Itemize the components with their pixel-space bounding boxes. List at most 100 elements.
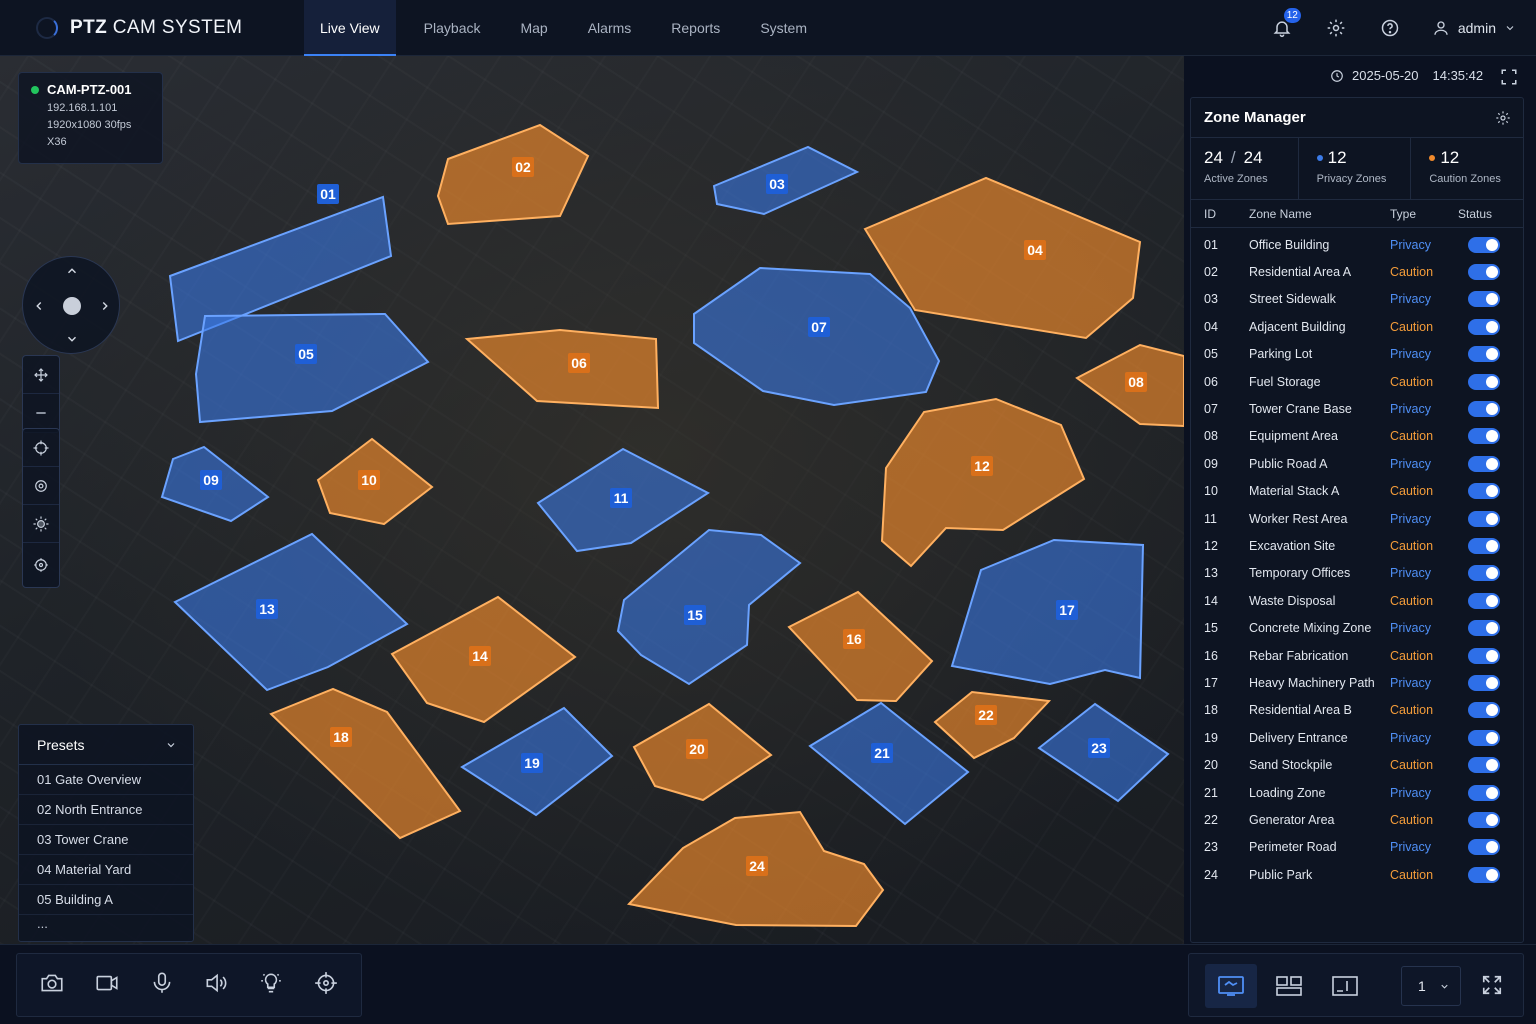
ptz-calibrate-button[interactable]: [313, 970, 339, 1001]
single-view-button[interactable]: [1205, 964, 1257, 1008]
zone-06[interactable]: 06: [464, 328, 660, 410]
microphone-button[interactable]: [149, 970, 175, 1001]
zone-status-toggle[interactable]: [1468, 647, 1500, 664]
tab-reports[interactable]: Reports: [655, 0, 736, 56]
zone-status-toggle[interactable]: [1468, 401, 1500, 418]
ptz-right-button[interactable]: [95, 296, 115, 316]
tab-playback[interactable]: Playback: [408, 0, 497, 56]
zone-polygon[interactable]: [464, 328, 660, 410]
zone-10[interactable]: 10: [316, 437, 434, 526]
zone-11[interactable]: 11: [536, 447, 710, 553]
camera-view[interactable]: 01 02 03 04 05 06 07 08 09 10 11 12 13 14 15 16 17 18 19 20…: [0, 56, 1184, 944]
auto-focus-button[interactable]: [23, 467, 59, 505]
zone-status-toggle[interactable]: [1468, 428, 1500, 445]
fullscreen-view-button[interactable]: [1500, 68, 1518, 91]
preset-item[interactable]: 04 Material Yard: [19, 855, 193, 885]
preset-item[interactable]: 03 Tower Crane: [19, 825, 193, 855]
zone-status-toggle[interactable]: [1468, 483, 1500, 500]
table-row[interactable]: 17 Heavy Machinery Path Privacy: [1191, 669, 1523, 696]
zone-22[interactable]: 22: [933, 690, 1052, 760]
zone-09[interactable]: 09: [160, 445, 270, 523]
table-row[interactable]: 15 Concrete Mixing Zone Privacy: [1191, 614, 1523, 641]
grid-view-button[interactable]: [1263, 964, 1315, 1008]
table-row[interactable]: 02 Residential Area A Caution: [1191, 258, 1523, 285]
ptz-joystick[interactable]: [22, 256, 120, 354]
settings-button[interactable]: [1324, 16, 1348, 40]
table-row[interactable]: 19 Delivery Entrance Privacy: [1191, 724, 1523, 751]
table-row[interactable]: 07 Tower Crane Base Privacy: [1191, 395, 1523, 422]
zone-status-toggle[interactable]: [1468, 674, 1500, 691]
page-select[interactable]: 1: [1401, 966, 1461, 1006]
user-menu[interactable]: admin: [1432, 19, 1516, 37]
zone-polygon[interactable]: [616, 528, 802, 686]
zone-status-toggle[interactable]: [1468, 236, 1500, 253]
table-row[interactable]: 21 Loading Zone Privacy: [1191, 779, 1523, 806]
zone-polygon[interactable]: [269, 687, 462, 840]
zone-status-toggle[interactable]: [1468, 592, 1500, 609]
table-row[interactable]: 09 Public Road A Privacy: [1191, 450, 1523, 477]
table-row[interactable]: 24 Public Park Caution: [1191, 861, 1523, 888]
table-row[interactable]: 11 Worker Rest Area Privacy: [1191, 505, 1523, 532]
zone-status-toggle[interactable]: [1468, 291, 1500, 308]
table-row[interactable]: 10 Material Stack A Caution: [1191, 478, 1523, 505]
record-button[interactable]: [94, 970, 120, 1001]
zone-16[interactable]: 16: [787, 590, 934, 703]
zone-status-toggle[interactable]: [1468, 757, 1500, 774]
table-row[interactable]: 20 Sand Stockpile Caution: [1191, 751, 1523, 778]
zone-05[interactable]: 05: [194, 312, 430, 424]
zone-status-toggle[interactable]: [1468, 373, 1500, 390]
move-button[interactable]: [23, 356, 59, 394]
tab-system[interactable]: System: [744, 0, 823, 56]
zone-13[interactable]: 13: [173, 532, 409, 692]
table-row[interactable]: 16 Rebar Fabrication Caution: [1191, 642, 1523, 669]
zone-status-toggle[interactable]: [1468, 510, 1500, 527]
zone-status-toggle[interactable]: [1468, 455, 1500, 472]
zone-status-toggle[interactable]: [1468, 729, 1500, 746]
table-row[interactable]: 01 Office Building Privacy: [1191, 231, 1523, 258]
table-row[interactable]: 04 Adjacent Building Caution: [1191, 313, 1523, 340]
table-row[interactable]: 14 Waste Disposal Caution: [1191, 587, 1523, 614]
ptz-home-button[interactable]: [63, 297, 81, 315]
zoom-out-button[interactable]: [23, 394, 59, 432]
calibrate-button[interactable]: [23, 543, 59, 587]
zone-status-toggle[interactable]: [1468, 318, 1500, 335]
table-row[interactable]: 13 Temporary Offices Privacy: [1191, 560, 1523, 587]
fullscreen-button[interactable]: [1481, 974, 1503, 1001]
zone-02[interactable]: 02: [436, 123, 590, 226]
ptz-left-button[interactable]: [29, 296, 49, 316]
zone-17[interactable]: 17: [950, 538, 1145, 686]
zone-status-toggle[interactable]: [1468, 346, 1500, 363]
zone-15[interactable]: 15: [616, 528, 802, 686]
zone-status-toggle[interactable]: [1468, 839, 1500, 856]
focus-button[interactable]: [23, 429, 59, 467]
speaker-button[interactable]: [203, 970, 229, 1001]
zone-03[interactable]: 03: [712, 145, 860, 216]
presets-dropdown[interactable]: Presets: [19, 725, 193, 765]
table-row[interactable]: 22 Generator Area Caution: [1191, 806, 1523, 833]
zone-20[interactable]: 20: [632, 702, 773, 802]
table-row[interactable]: 23 Perimeter Road Privacy: [1191, 834, 1523, 861]
light-button[interactable]: [258, 970, 284, 1001]
zone-23[interactable]: 23: [1037, 702, 1170, 803]
zone-status-toggle[interactable]: [1468, 811, 1500, 828]
preset-item[interactable]: 02 North Entrance: [19, 795, 193, 825]
zone-status-toggle[interactable]: [1468, 784, 1500, 801]
notifications-button[interactable]: 12: [1270, 7, 1302, 40]
zone-status-toggle[interactable]: [1468, 537, 1500, 554]
snapshot-button[interactable]: [39, 970, 65, 1001]
table-row[interactable]: 12 Excavation Site Caution: [1191, 532, 1523, 559]
table-row[interactable]: 18 Residential Area B Caution: [1191, 697, 1523, 724]
ptz-up-button[interactable]: [62, 261, 82, 281]
ptz-down-button[interactable]: [62, 329, 82, 349]
zone-24[interactable]: 24: [627, 810, 885, 928]
zone-status-toggle[interactable]: [1468, 866, 1500, 883]
zone-status-toggle[interactable]: [1468, 264, 1500, 281]
split-view-button[interactable]: [1319, 964, 1371, 1008]
preset-item[interactable]: 05 Building A: [19, 885, 193, 915]
presets-more[interactable]: ...: [19, 915, 193, 939]
zone-status-toggle[interactable]: [1468, 620, 1500, 637]
tab-live-view[interactable]: Live View: [304, 0, 396, 56]
table-row[interactable]: 06 Fuel Storage Caution: [1191, 368, 1523, 395]
zone-polygon[interactable]: [194, 312, 430, 424]
preset-item[interactable]: 01 Gate Overview: [19, 765, 193, 795]
